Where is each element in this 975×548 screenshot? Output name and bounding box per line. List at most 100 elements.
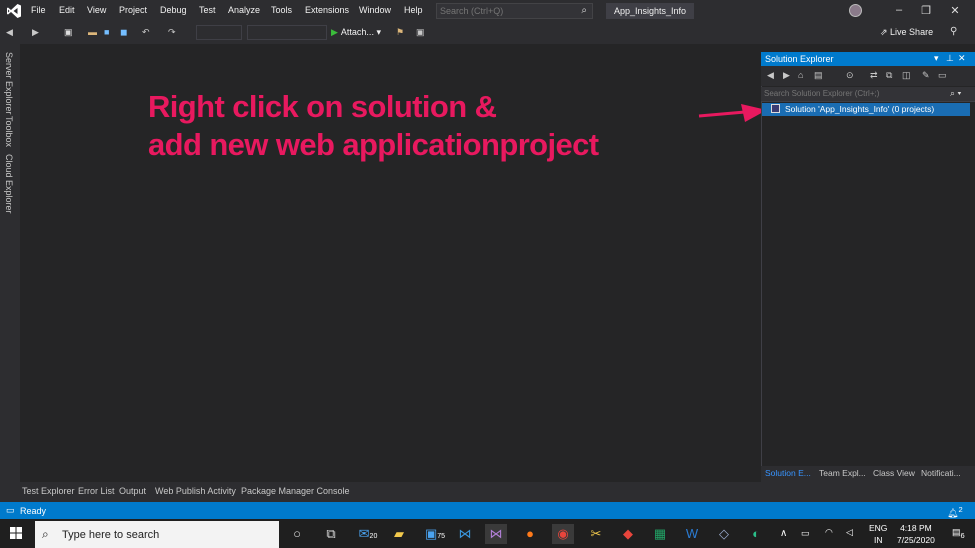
- tab-error-list[interactable]: Error List: [78, 486, 115, 496]
- tab-output[interactable]: Output: [119, 486, 146, 496]
- tray-chevron-icon[interactable]: ∧: [780, 528, 787, 539]
- ready-icon: ▭: [6, 505, 15, 515]
- solution-explorer-search[interactable]: [761, 87, 975, 102]
- notification-count: 2: [958, 505, 963, 514]
- language-indicator[interactable]: ENG IN: [869, 522, 887, 546]
- tree-row-solution-label[interactable]: Solution 'App_Insights_Info' (0 projects…: [785, 104, 934, 114]
- configuration-dropdown[interactable]: [196, 25, 242, 40]
- tab-test-explorer[interactable]: Test Explorer: [22, 486, 75, 496]
- navigate-back-icon[interactable]: ◀: [6, 27, 13, 38]
- menu-help[interactable]: Help: [404, 5, 423, 15]
- rail-tab-server-explorer[interactable]: Server Explorer: [4, 52, 14, 115]
- menu-window[interactable]: Window: [359, 5, 391, 15]
- preview-icon[interactable]: ▭: [938, 70, 947, 81]
- tab-package-manager-console[interactable]: Package Manager Console: [241, 486, 350, 496]
- action-center-icon[interactable]: ▤6: [952, 527, 965, 540]
- tab-notifications[interactable]: Notificati...: [921, 468, 961, 478]
- cortana-icon[interactable]: ○: [286, 524, 308, 544]
- tab-solution-explorer[interactable]: Solution E...: [765, 468, 811, 478]
- solution-name-badge: App_Insights_Info: [606, 3, 695, 19]
- redo-icon[interactable]: ↷: [168, 27, 176, 38]
- windows-start-icon[interactable]: [10, 527, 22, 539]
- switch-views-icon[interactable]: ▤: [814, 70, 823, 81]
- task-view-icon[interactable]: ⧉: [320, 524, 342, 544]
- se-forward-icon[interactable]: ▶: [783, 70, 790, 81]
- home-icon[interactable]: ⌂: [798, 70, 803, 80]
- action-center-badge: 6: [960, 530, 965, 540]
- menu-tools[interactable]: Tools: [271, 5, 292, 15]
- menu-test[interactable]: Test: [199, 5, 216, 15]
- sync-icon[interactable]: ⇄: [870, 70, 878, 81]
- pin-icon[interactable]: ⊥: [946, 53, 954, 64]
- tools-icon[interactable]: ✂: [585, 524, 607, 544]
- panel-close-icon[interactable]: ✕: [958, 53, 966, 64]
- open-folder-icon[interactable]: ▬: [88, 27, 97, 37]
- new-project-icon[interactable]: ▣: [64, 27, 73, 38]
- quick-search-input[interactable]: [440, 5, 570, 17]
- annotation-line-2: add new web applicationproject: [148, 127, 599, 162]
- pending-changes-icon[interactable]: ⊙: [846, 70, 854, 81]
- clock-date: 7/25/2020: [897, 535, 935, 545]
- menu-file[interactable]: File: [31, 5, 46, 15]
- menu-debug[interactable]: Debug: [160, 5, 187, 15]
- visual-studio-logo-icon: [7, 4, 21, 18]
- annotation-arrow-icon: [698, 104, 767, 122]
- menu-project[interactable]: Project: [119, 5, 147, 15]
- remote-icon[interactable]: ◆: [617, 524, 639, 544]
- word-icon[interactable]: W: [681, 524, 703, 544]
- show-all-files-icon[interactable]: ◫: [902, 70, 911, 81]
- platform-dropdown[interactable]: [247, 25, 327, 40]
- feedback-icon[interactable]: ⚲: [950, 26, 957, 37]
- volume-icon[interactable]: ◁: [846, 527, 853, 538]
- panel-dropdown-icon[interactable]: ▾: [934, 53, 939, 64]
- excel-icon[interactable]: ▦: [649, 524, 671, 544]
- attach-button[interactable]: ▶ Attach... ▾: [331, 27, 381, 38]
- share-icon: ⇗: [880, 27, 891, 37]
- tab-web-publish-activity[interactable]: Web Publish Activity: [155, 486, 236, 496]
- mail-badge: 20: [369, 533, 378, 540]
- save-icon[interactable]: ■: [104, 27, 109, 37]
- menu-extensions[interactable]: Extensions: [305, 5, 349, 15]
- visual-studio-icon[interactable]: ⋈: [485, 524, 507, 544]
- menu-view[interactable]: View: [87, 5, 106, 15]
- se-back-icon[interactable]: ◀: [767, 70, 774, 81]
- edge-icon[interactable]: ◐: [745, 524, 767, 544]
- undo-icon[interactable]: ↶: [142, 27, 150, 38]
- tab-class-view[interactable]: Class View: [873, 468, 915, 478]
- solution-explorer-title: Solution Explorer: [765, 54, 834, 64]
- paint-icon[interactable]: ◇: [713, 524, 735, 544]
- play-icon: ▶: [331, 27, 338, 37]
- file-explorer-icon[interactable]: ▰: [388, 524, 410, 544]
- tab-team-explorer[interactable]: Team Expl...: [819, 468, 866, 478]
- quick-search[interactable]: ⌕: [436, 3, 593, 19]
- menu-edit[interactable]: Edit: [59, 5, 75, 15]
- wifi-icon[interactable]: ◠: [825, 527, 833, 538]
- clock-time: 4:18 PM: [900, 523, 932, 533]
- live-share-button[interactable]: ⇗ Live Share: [880, 27, 933, 38]
- restore-icon[interactable]: ❐: [919, 4, 933, 17]
- rail-tab-toolbox[interactable]: Toolbox: [4, 116, 14, 147]
- mail-icon[interactable]: ✉20: [357, 524, 379, 544]
- taskbar-search-placeholder[interactable]: Type here to search: [62, 529, 159, 541]
- bookmark-icon[interactable]: ⚑: [396, 27, 404, 38]
- battery-icon[interactable]: ▭: [801, 528, 810, 539]
- menu-analyze[interactable]: Analyze: [228, 5, 260, 15]
- annotation-line-1: Right click on solution &: [148, 89, 497, 124]
- properties-icon[interactable]: ✎: [922, 70, 930, 81]
- rail-tab-cloud-explorer[interactable]: Cloud Explorer: [4, 154, 14, 214]
- vscode-icon[interactable]: ⋈: [454, 524, 476, 544]
- minimize-icon[interactable]: –: [892, 4, 906, 16]
- save-all-icon[interactable]: ◼: [120, 27, 127, 38]
- chrome-icon[interactable]: ◉: [552, 524, 574, 544]
- navigate-forward-icon[interactable]: ▶: [32, 27, 39, 38]
- store-icon[interactable]: ▣75: [424, 524, 446, 544]
- notifications-icon[interactable]: 🔔︎2: [947, 505, 963, 519]
- solution-explorer-search-input[interactable]: [764, 88, 944, 99]
- postman-icon[interactable]: ●: [519, 524, 541, 544]
- attach-label: Attach...: [340, 27, 374, 37]
- user-avatar[interactable]: [849, 4, 862, 17]
- screenshot-icon[interactable]: ▣: [416, 27, 425, 38]
- system-clock[interactable]: 4:18 PM 7/25/2020: [897, 522, 935, 546]
- collapse-all-icon[interactable]: ⧉: [886, 70, 892, 81]
- close-icon[interactable]: ✕: [948, 4, 962, 17]
